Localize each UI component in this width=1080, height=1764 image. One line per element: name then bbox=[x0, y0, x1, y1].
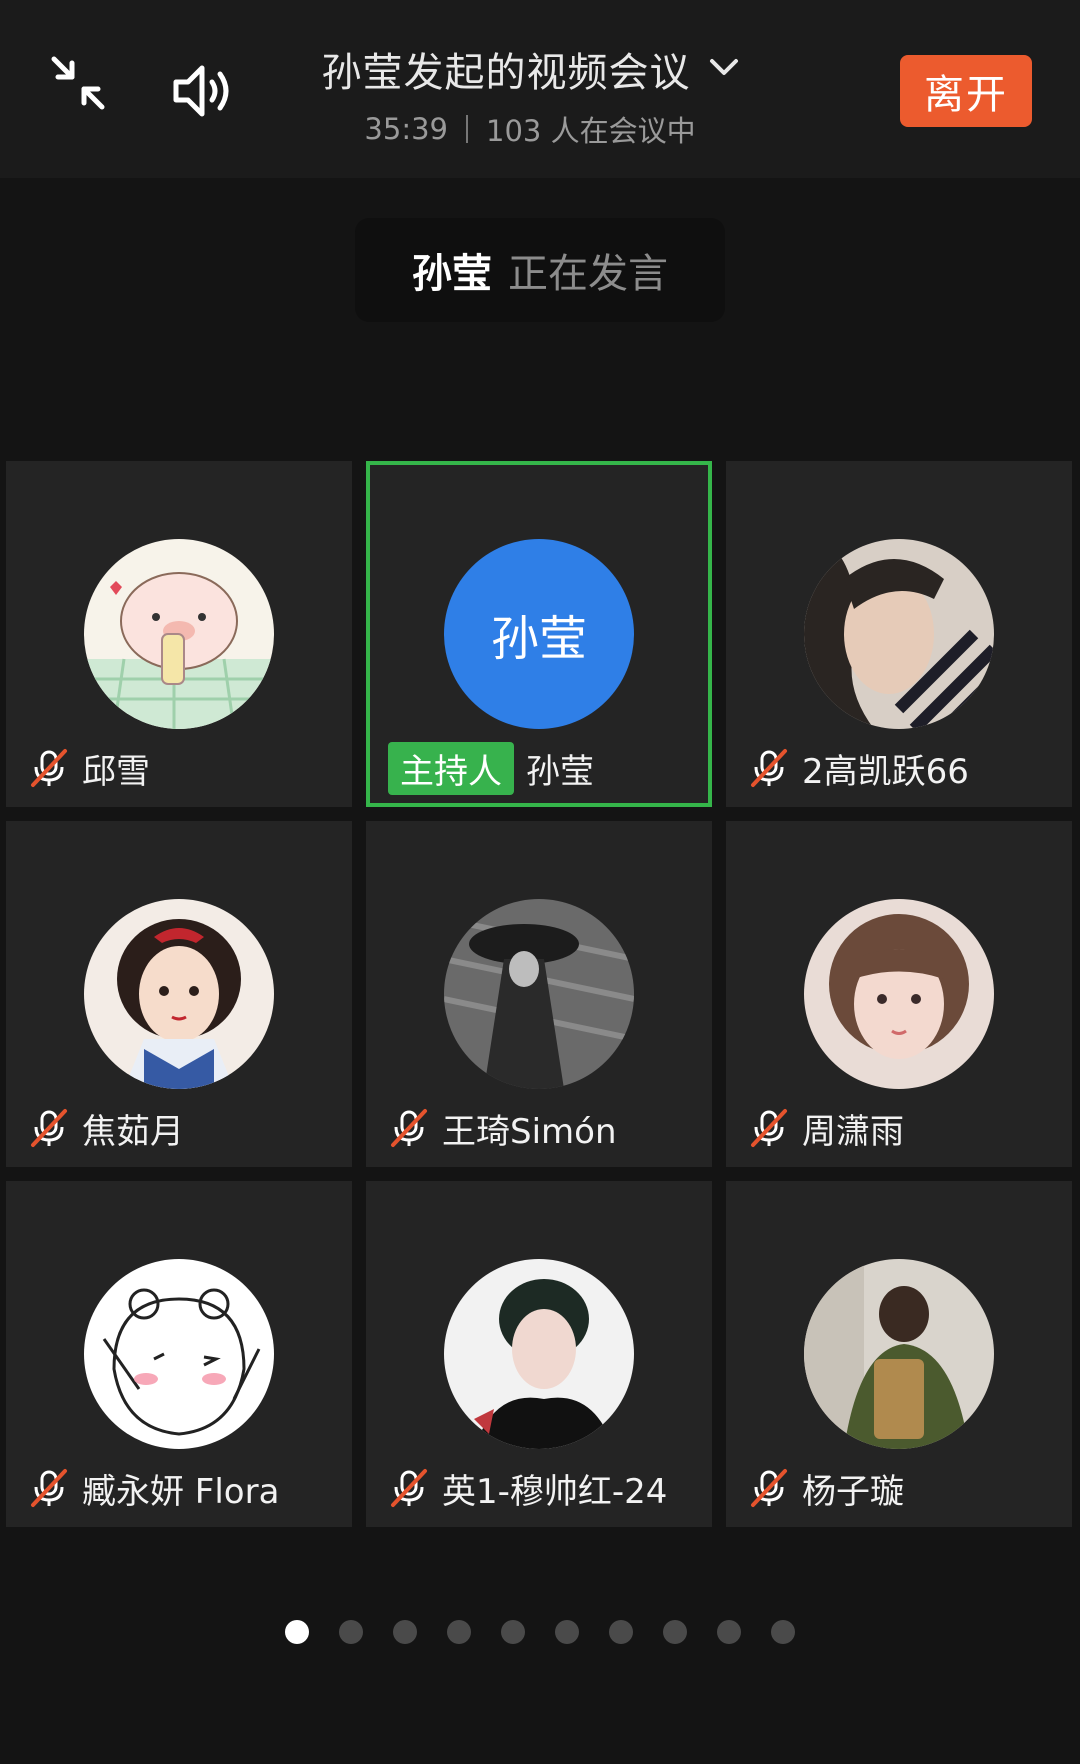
avatar bbox=[84, 899, 274, 1089]
mic-muted-icon bbox=[391, 1109, 427, 1147]
top-bar: 孙莹发起的视频会议 35:39 103 人在会议中 离开 bbox=[0, 0, 1080, 178]
leave-button[interactable]: 离开 bbox=[900, 55, 1032, 127]
page-dot-active[interactable] bbox=[285, 1620, 309, 1644]
page-dot[interactable] bbox=[555, 1620, 579, 1644]
participant-name: 邱雪 bbox=[82, 751, 150, 792]
participant-tile[interactable]: 周潇雨 bbox=[726, 821, 1072, 1167]
participant-name: 杨子璇 bbox=[802, 1471, 904, 1512]
page-dot[interactable] bbox=[717, 1620, 741, 1644]
speaker-icon[interactable] bbox=[170, 58, 236, 124]
page-dot[interactable] bbox=[501, 1620, 525, 1644]
avatar: 孙莹 bbox=[444, 539, 634, 729]
page-dot[interactable] bbox=[609, 1620, 633, 1644]
participant-name: 周潇雨 bbox=[802, 1111, 904, 1152]
meeting-duration: 35:39 bbox=[364, 112, 448, 146]
participant-name: 焦茹月 bbox=[82, 1111, 184, 1152]
participant-name: 孙莹 bbox=[526, 751, 594, 792]
mic-muted-icon bbox=[31, 1109, 67, 1147]
participant-tile[interactable]: 英1-穆帅红-24 bbox=[366, 1181, 712, 1527]
mic-muted-icon bbox=[751, 749, 787, 787]
host-badge: 主持人 bbox=[388, 741, 514, 795]
meeting-info[interactable]: 孙莹发起的视频会议 35:39 103 人在会议中 bbox=[290, 40, 770, 150]
mic-muted-icon bbox=[751, 1109, 787, 1147]
page-dot[interactable] bbox=[447, 1620, 471, 1644]
page-dot[interactable] bbox=[771, 1620, 795, 1644]
mic-muted-icon bbox=[31, 1469, 67, 1507]
page-dot[interactable] bbox=[339, 1620, 363, 1644]
speaker-name: 孙莹 bbox=[412, 251, 492, 297]
divider bbox=[466, 115, 468, 143]
page-indicator[interactable] bbox=[0, 1620, 1080, 1644]
meeting-title: 孙莹发起的视频会议 bbox=[321, 50, 691, 96]
participant-grid: 邱雪 孙莹 主持人 孙莹 2高凯跃66 焦茹月 王琦Simón 周潇雨 臧永妍 … bbox=[6, 461, 1074, 1527]
speaker-status: 正在发言 bbox=[508, 251, 668, 297]
participant-tile[interactable]: 2高凯跃66 bbox=[726, 461, 1072, 807]
participant-name: 王琦Simón bbox=[442, 1111, 617, 1152]
participant-name: 2高凯跃66 bbox=[802, 751, 969, 792]
shrink-icon[interactable] bbox=[50, 55, 106, 111]
chevron-down-icon[interactable] bbox=[709, 57, 739, 81]
participant-tile[interactable]: 杨子璇 bbox=[726, 1181, 1072, 1527]
active-speaker-banner: 孙莹 正在发言 bbox=[355, 218, 725, 322]
avatar bbox=[804, 1259, 994, 1449]
avatar bbox=[84, 1259, 274, 1449]
avatar bbox=[444, 899, 634, 1089]
mic-muted-icon bbox=[31, 749, 67, 787]
avatar bbox=[444, 1259, 634, 1449]
participant-tile[interactable]: 王琦Simón bbox=[366, 821, 712, 1167]
mic-muted-icon bbox=[391, 1469, 427, 1507]
participant-count: 103 人在会议中 bbox=[486, 114, 696, 148]
participant-tile[interactable]: 邱雪 bbox=[6, 461, 352, 807]
mic-muted-icon bbox=[751, 1469, 787, 1507]
participant-name: 臧永妍 Flora bbox=[82, 1471, 280, 1512]
page-dot[interactable] bbox=[663, 1620, 687, 1644]
avatar bbox=[804, 539, 994, 729]
avatar bbox=[804, 899, 994, 1089]
avatar bbox=[84, 539, 274, 729]
participant-tile[interactable]: 臧永妍 Flora bbox=[6, 1181, 352, 1527]
participant-tile[interactable]: 焦茹月 bbox=[6, 821, 352, 1167]
page-dot[interactable] bbox=[393, 1620, 417, 1644]
participant-tile-active[interactable]: 孙莹 主持人 孙莹 bbox=[366, 461, 712, 807]
participant-name: 英1-穆帅红-24 bbox=[442, 1471, 668, 1512]
